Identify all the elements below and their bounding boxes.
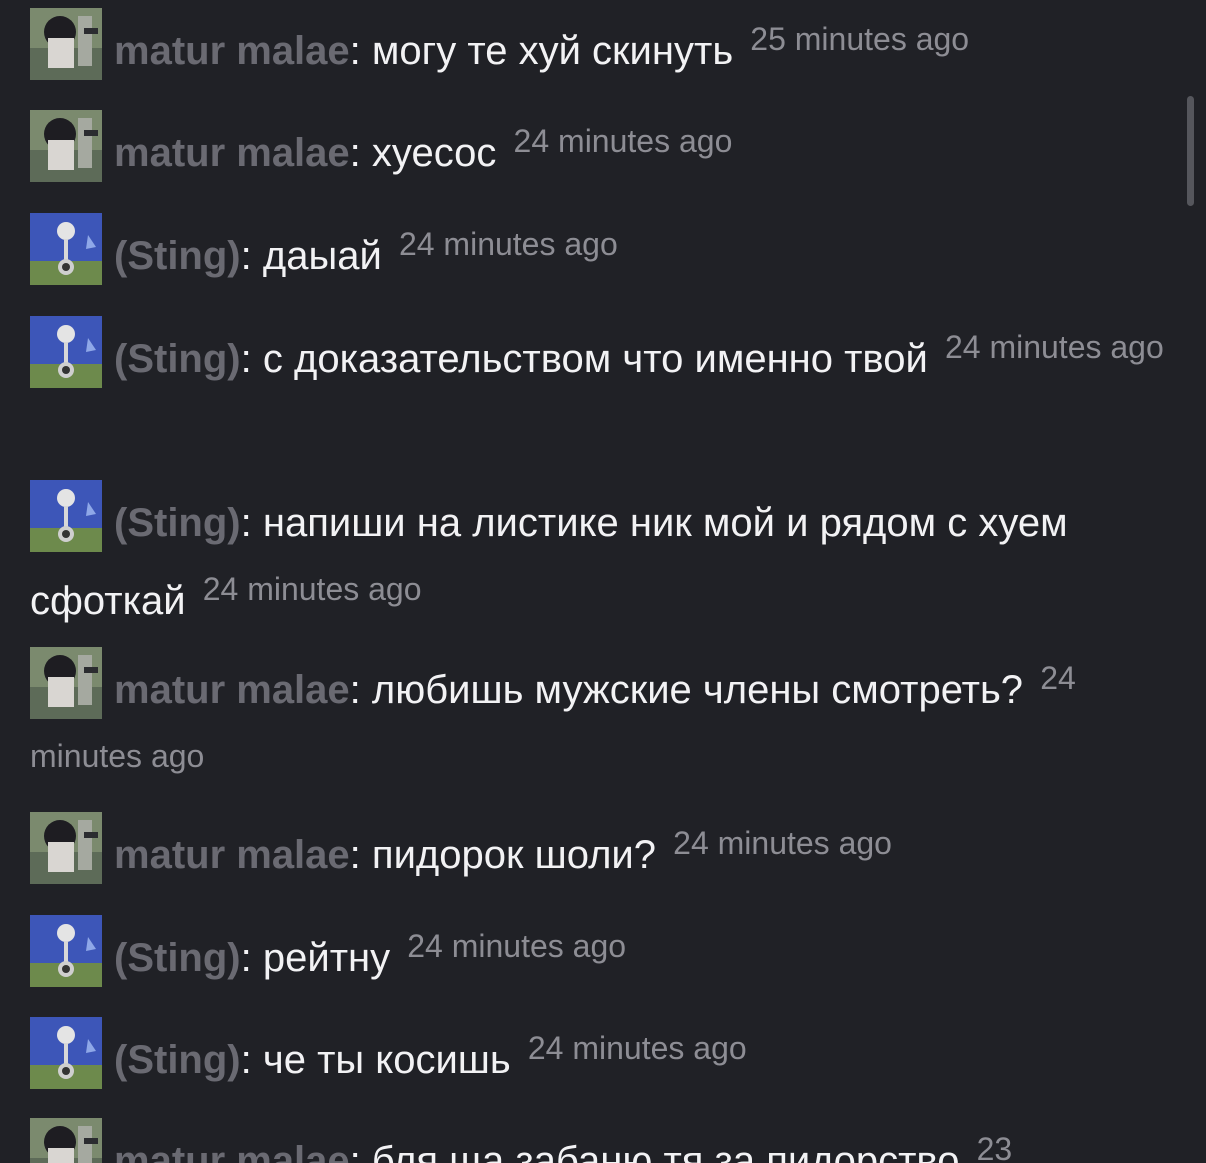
chat-message: (Sting): напиши на листике ник мой и ряд… [30, 480, 1170, 634]
timestamp: 24 minutes ago [202, 571, 422, 607]
username[interactable]: matur malae [114, 1139, 350, 1163]
message-text: рейтну [262, 936, 391, 980]
username[interactable]: (Sting) [114, 501, 241, 545]
photo-avatar[interactable] [30, 812, 102, 884]
timestamp: 24 minutes ago [944, 329, 1164, 365]
scrollbar-thumb[interactable] [1187, 96, 1194, 206]
username[interactable]: matur malae [114, 668, 350, 712]
username[interactable]: (Sting) [114, 234, 241, 278]
sting-avatar[interactable] [30, 213, 102, 285]
photo-avatar[interactable] [30, 647, 102, 719]
username[interactable]: (Sting) [114, 337, 241, 381]
photo-avatar[interactable] [30, 8, 102, 80]
username[interactable]: (Sting) [114, 936, 241, 980]
message-text: даыай [262, 234, 382, 278]
chat-message: (Sting): че ты косишь 24 minutes ago [30, 1015, 1170, 1093]
timestamp: 24 minutes ago [407, 928, 627, 964]
timestamp: 23 [976, 1131, 1013, 1163]
timestamp: 24 minutes ago [527, 1030, 747, 1066]
chat-message: matur malae: могу те хуй скинуть 25 minu… [30, 6, 1170, 84]
chat-message: (Sting): даыай 24 minutes ago [30, 211, 1170, 289]
sting-avatar[interactable] [30, 915, 102, 987]
chat-message: matur malae: хуесос 24 minutes ago [30, 108, 1170, 186]
message-text: могу те хуй скинуть [371, 29, 734, 73]
chat-message: matur malae: пидорок шоли? 24 minutes ag… [30, 810, 1170, 888]
chat-message: (Sting): рейтну 24 minutes ago [30, 913, 1170, 991]
photo-avatar[interactable] [30, 110, 102, 182]
chat-log[interactable]: matur malae: могу те хуй скинуть 25 minu… [0, 0, 1206, 1163]
sting-avatar[interactable] [30, 1017, 102, 1089]
message-text: бля ща забаню тя за пидорство [371, 1139, 960, 1163]
sting-avatar[interactable] [30, 316, 102, 388]
username[interactable]: matur malae [114, 833, 350, 877]
timestamp: 24 minutes ago [513, 123, 733, 159]
sting-avatar[interactable] [30, 480, 102, 552]
photo-avatar[interactable] [30, 1118, 102, 1163]
message-text: с доказательством что именно твой [262, 337, 928, 381]
timestamp: 24 minutes ago [673, 825, 892, 861]
message-text: хуесос [371, 131, 497, 175]
message-text: че ты косишь [262, 1038, 511, 1082]
username[interactable]: matur malae [114, 131, 350, 175]
username[interactable]: (Sting) [114, 1038, 241, 1082]
chat-message: matur malae: любишь мужские члены смотре… [30, 645, 1170, 801]
timestamp: 25 minutes ago [750, 21, 970, 57]
timestamp: 24 minutes ago [398, 226, 618, 262]
username[interactable]: matur malae [114, 29, 350, 73]
chat-message: (Sting): с доказательством что именно тв… [30, 314, 1170, 392]
message-text: пидорок шоли? [371, 833, 657, 877]
chat-message: matur malae: бля ща забаню тя за пидорст… [30, 1116, 1170, 1163]
message-text: любишь мужские члены смотреть? [371, 668, 1024, 712]
